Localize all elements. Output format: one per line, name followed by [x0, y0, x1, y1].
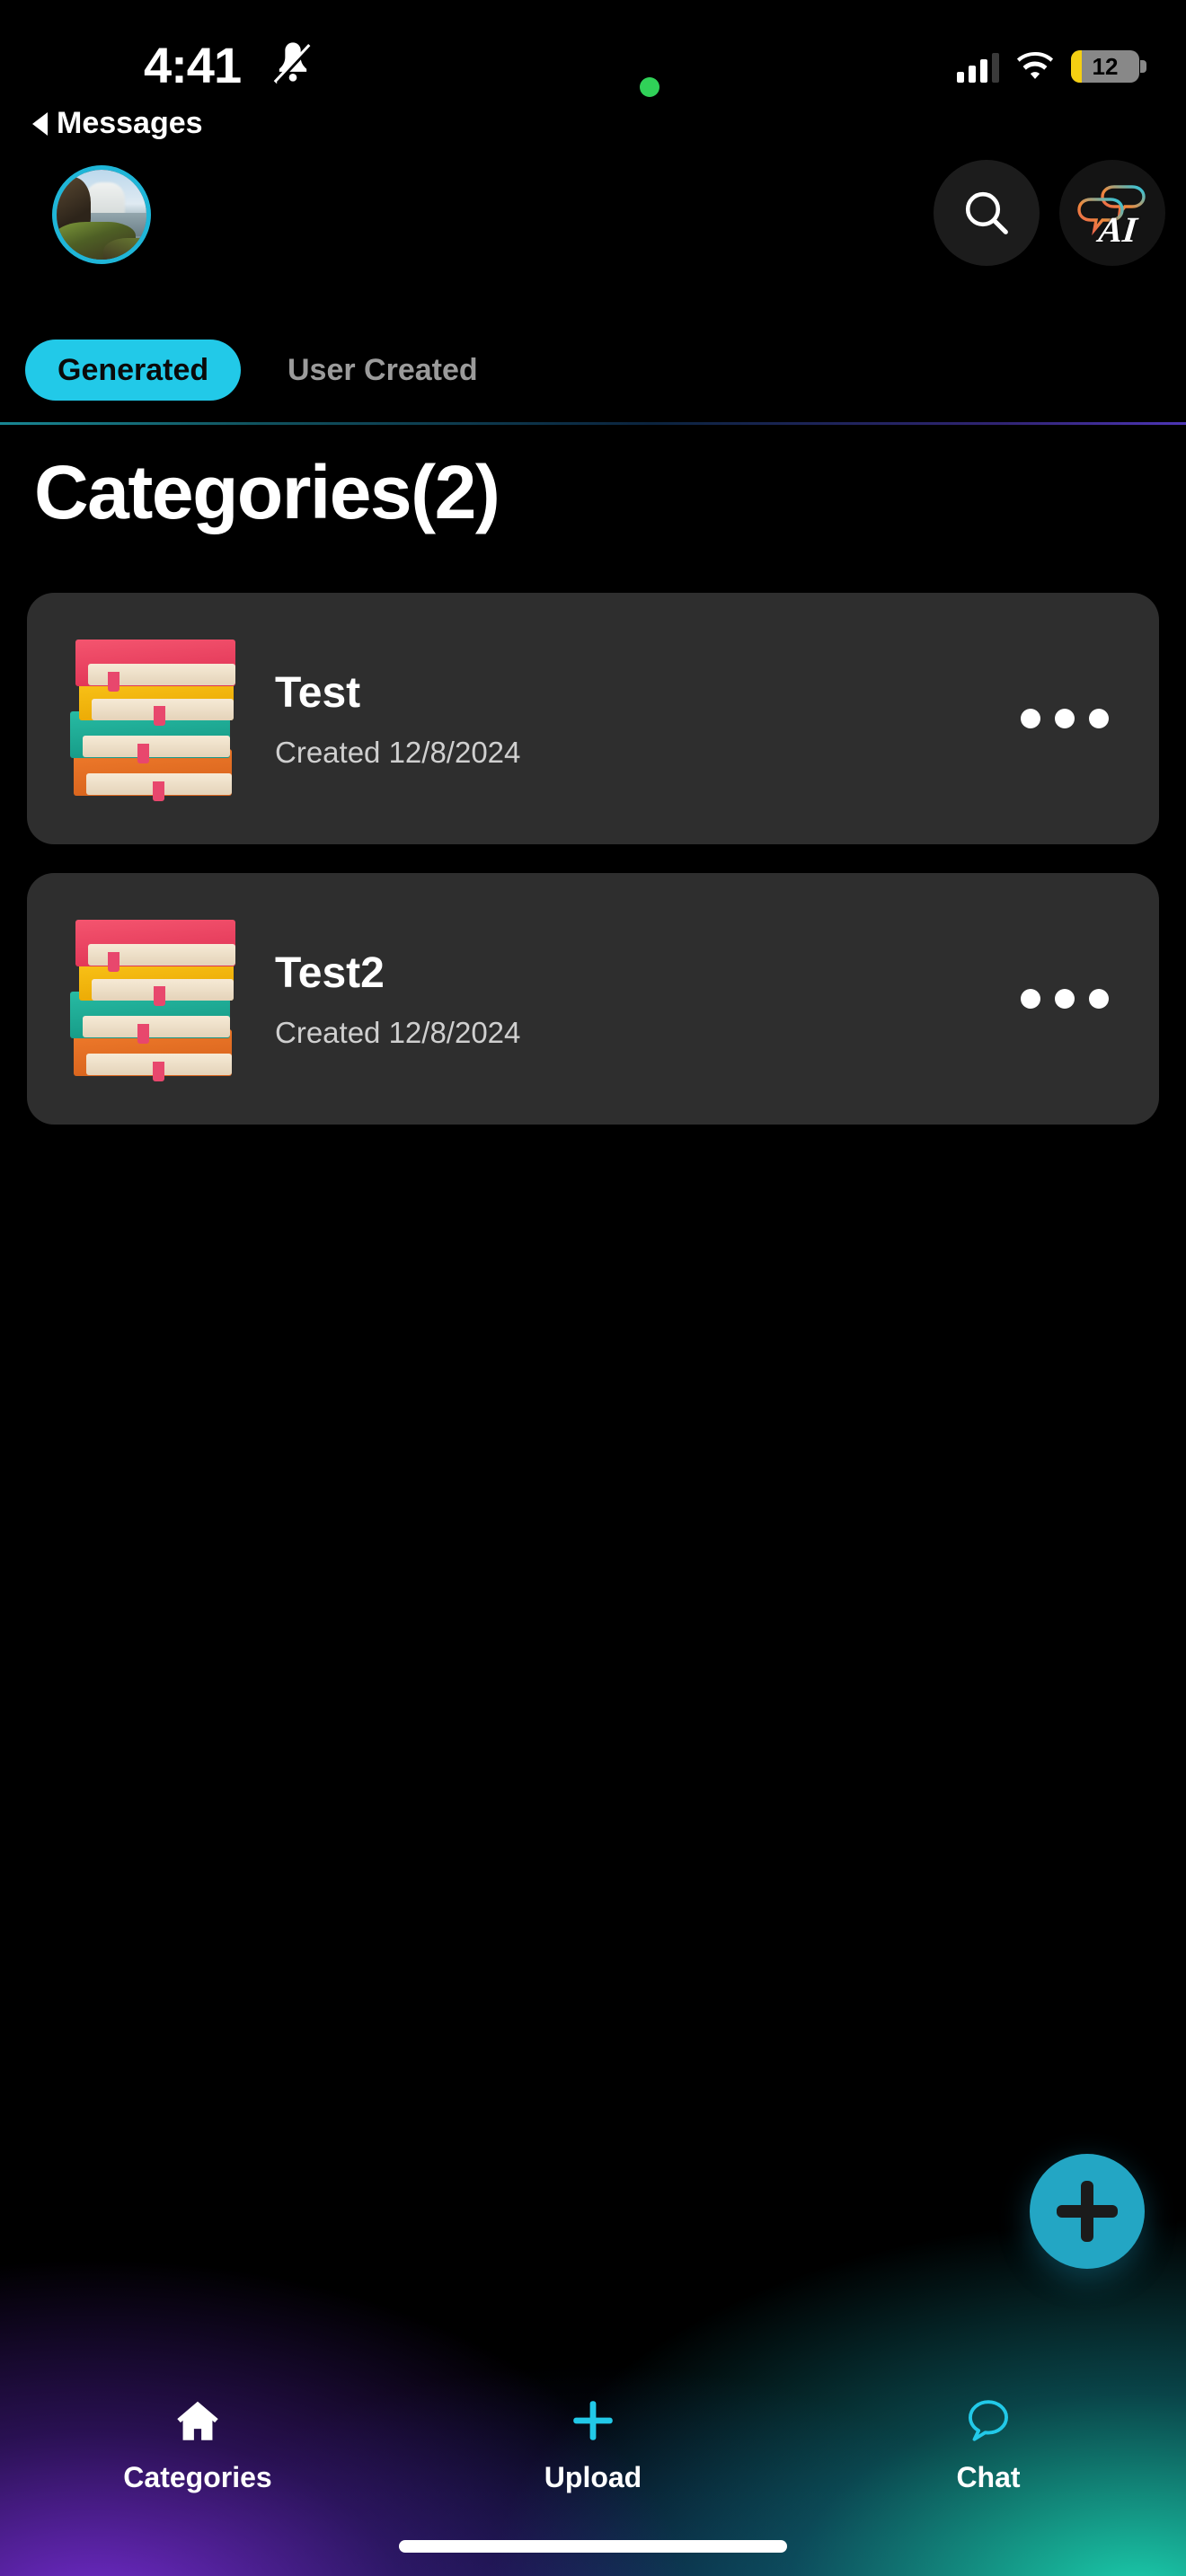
- more-options-icon[interactable]: [997, 954, 1132, 1044]
- nav-item-upload[interactable]: Upload: [458, 2395, 728, 2494]
- tab-user-created[interactable]: User Created: [279, 340, 487, 401]
- header-divider: [0, 422, 1186, 425]
- add-category-fab[interactable]: [1030, 2154, 1145, 2269]
- plus-icon: [573, 2401, 613, 2440]
- signal-bars-icon: [957, 52, 999, 83]
- app-header: AI: [0, 160, 1186, 275]
- nav-item-categories[interactable]: Categories: [63, 2395, 332, 2494]
- nav-label: Categories: [123, 2461, 272, 2493]
- card-subtitle: Created 12/8/2024: [275, 735, 521, 769]
- back-label: Messages: [57, 106, 203, 140]
- ai-logo-text: AI: [1096, 209, 1139, 250]
- nav-item-chat[interactable]: Chat: [854, 2395, 1123, 2494]
- tab-bar: Generated User Created: [0, 340, 1186, 422]
- ai-assistant-button[interactable]: AI: [1059, 160, 1165, 266]
- book-stack-icon: [70, 919, 241, 1081]
- battery-level-text: 12: [1092, 52, 1119, 80]
- wifi-icon: [1016, 52, 1054, 79]
- card-subtitle: Created 12/8/2024: [275, 1015, 521, 1049]
- search-button[interactable]: [934, 160, 1040, 266]
- bell-slash-icon: [273, 42, 314, 84]
- battery-indicator: 12: [1071, 50, 1146, 83]
- home-indicator[interactable]: [399, 2540, 787, 2553]
- card-title: Test2: [275, 948, 385, 997]
- status-bar: 4:41 12 Messages: [0, 0, 1186, 140]
- home-icon: [177, 2401, 218, 2440]
- back-arrow-icon: [32, 111, 48, 136]
- tab-generated[interactable]: Generated: [25, 340, 242, 401]
- card-title: Test: [275, 668, 361, 717]
- nav-label: Chat: [956, 2461, 1021, 2493]
- card-text: Test2 Created 12/8/2024: [275, 948, 997, 1050]
- card-text: Test Created 12/8/2024: [275, 668, 997, 770]
- table-row[interactable]: Test Created 12/8/2024: [27, 593, 1159, 844]
- privacy-indicator-dot: [640, 77, 659, 97]
- category-list: Test Created 12/8/2024 Test2 Created 12/…: [27, 593, 1159, 1153]
- more-options-icon[interactable]: [997, 674, 1132, 763]
- ai-chat-bubbles-icon: AI: [1075, 181, 1150, 250]
- page-title: Categories(2): [34, 450, 500, 534]
- avatar[interactable]: [52, 165, 151, 264]
- back-to-messages-link[interactable]: Messages: [32, 106, 203, 141]
- search-icon: [965, 191, 1008, 234]
- table-row[interactable]: Test2 Created 12/8/2024: [27, 873, 1159, 1125]
- status-bar-indicators: 12: [957, 50, 1146, 83]
- status-bar-time: 4:41: [144, 37, 242, 93]
- book-stack-icon: [70, 639, 241, 801]
- nav-label: Upload: [544, 2461, 642, 2493]
- app-root: 4:41 12 Messages AI Generated User Creat…: [0, 0, 1186, 2576]
- chat-bubble-icon: [969, 2400, 1008, 2441]
